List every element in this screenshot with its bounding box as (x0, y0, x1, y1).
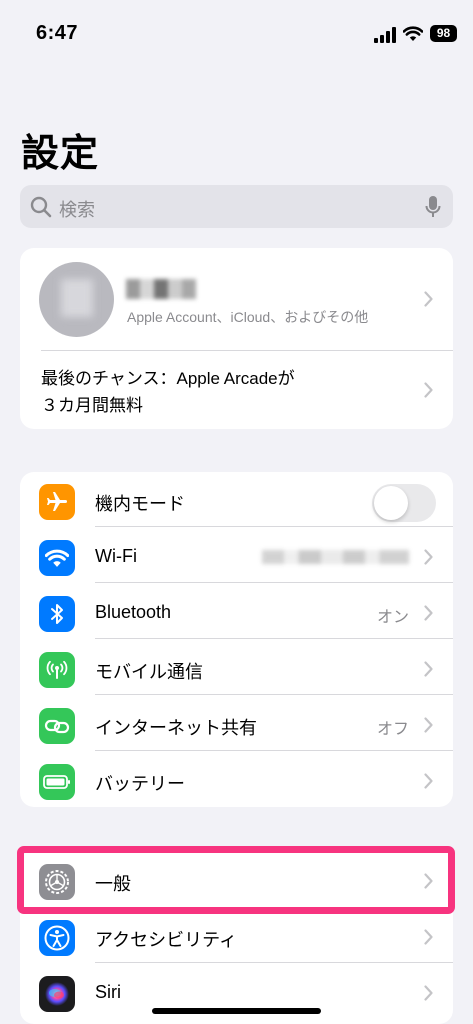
settings-row-airplane-mode[interactable]: 機内モード (20, 472, 453, 527)
row-label: 機内モード (95, 494, 185, 514)
settings-row-accessibility[interactable]: アクセシビリティ (20, 908, 453, 963)
settings-row-mobile-data[interactable]: モバイル通信 (20, 640, 453, 695)
avatar (39, 262, 114, 337)
microphone-icon[interactable] (425, 195, 441, 219)
account-name-redacted (126, 279, 196, 299)
row-label: インターネット共有 (95, 718, 257, 738)
search-icon (30, 196, 52, 218)
chevron-right-icon (424, 605, 433, 621)
row-label: バッテリー (95, 774, 185, 794)
row-value: オン (376, 609, 409, 626)
battery-icon (39, 764, 75, 800)
chevron-right-icon (424, 873, 433, 889)
wifi-network-name-redacted (262, 550, 409, 564)
account-row[interactable]: Apple Account、iCloud、およびその他 (20, 248, 453, 351)
settings-row-bluetooth[interactable]: Bluetooth オン (20, 584, 453, 639)
settings-row-general[interactable]: 一般 (20, 852, 453, 907)
settings-row-wifi[interactable]: Wi-Fi (20, 528, 453, 583)
arcade-promo-row[interactable]: 最後のチャンス：Apple Arcadeが ３カ月間無料 (20, 351, 453, 429)
account-subtitle: Apple Account、iCloud、およびその他 (127, 309, 369, 325)
accessibility-icon (39, 920, 75, 956)
status-time: 6:47 (36, 22, 79, 44)
chevron-right-icon (424, 291, 433, 307)
chevron-right-icon (424, 382, 433, 398)
battery-indicator: 98 (430, 25, 457, 42)
chevron-right-icon (424, 717, 433, 733)
link-icon (39, 708, 75, 744)
row-value: オフ (376, 721, 409, 738)
airplane-icon (39, 484, 75, 520)
settings-row-personal-hotspot[interactable]: インターネット共有 オフ (20, 696, 453, 751)
siri-icon (39, 976, 75, 1012)
row-label: モバイル通信 (95, 662, 203, 682)
row-label: 一般 (95, 874, 131, 894)
chevron-right-icon (424, 985, 433, 1001)
account-card: Apple Account、iCloud、およびその他 最後のチャンス：Appl… (20, 248, 453, 429)
wifi-icon (403, 26, 423, 41)
status-bar: 6:47 98 (0, 0, 473, 60)
row-label: Bluetooth (95, 602, 172, 622)
search-placeholder: 検索 (59, 200, 95, 220)
chevron-right-icon (424, 661, 433, 677)
home-indicator[interactable] (152, 1008, 321, 1014)
antenna-icon (39, 652, 75, 688)
signal-icon (374, 27, 396, 43)
row-label: Siri (95, 982, 121, 1002)
connectivity-settings-card: 機内モード Wi-Fi Bluetooth オン モバイル通信 インターネット共… (20, 472, 453, 807)
search-bar[interactable]: 検索 (20, 185, 453, 228)
airplane-mode-toggle[interactable] (372, 484, 436, 522)
arcade-promo-text: 最後のチャンス：Apple Arcadeが ３カ月間無料 (41, 369, 295, 415)
divider (95, 908, 453, 909)
chevron-right-icon (424, 773, 433, 789)
settings-row-battery[interactable]: バッテリー (20, 752, 453, 807)
wifi-icon (39, 540, 75, 576)
row-label: Wi-Fi (95, 546, 137, 566)
row-label: アクセシビリティ (95, 930, 238, 950)
gear-icon (39, 864, 75, 900)
chevron-right-icon (424, 549, 433, 565)
bluetooth-icon (39, 596, 75, 632)
chevron-right-icon (424, 929, 433, 945)
page-title: 設定 (21, 133, 100, 175)
general-settings-card: 一般 アクセシビリティ Siri (20, 850, 453, 1024)
